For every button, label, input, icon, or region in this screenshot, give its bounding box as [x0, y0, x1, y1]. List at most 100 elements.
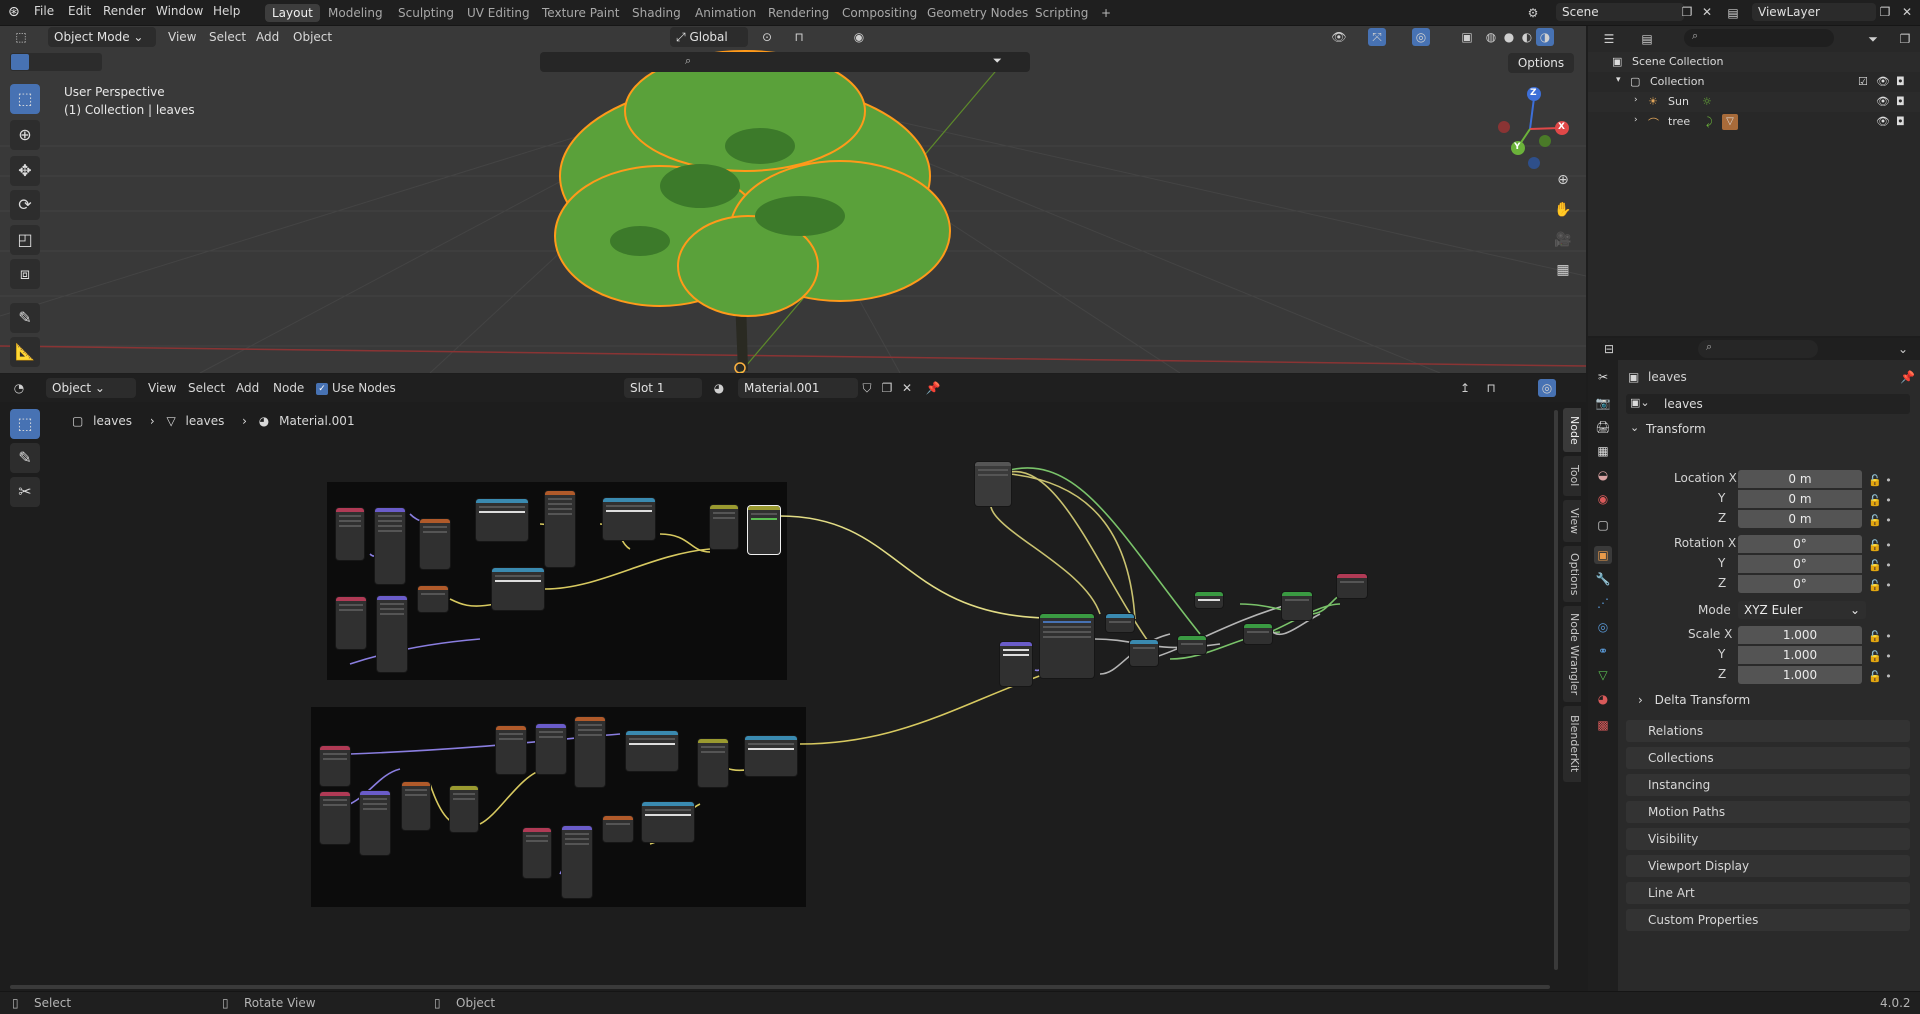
- lock-icon[interactable]: 🔓 •: [1868, 556, 1892, 576]
- menu-edit[interactable]: Edit: [68, 4, 91, 18]
- pan-hand-icon[interactable]: ✋: [1552, 199, 1574, 221]
- tab-tool[interactable]: Tool: [1563, 456, 1581, 496]
- shader-node[interactable]: [562, 826, 592, 898]
- shader-node-selected[interactable]: [748, 506, 780, 554]
- shading-material-icon[interactable]: ◐: [1518, 28, 1536, 46]
- shader-node[interactable]: [336, 597, 366, 649]
- tool-settings-icon[interactable]: ✂: [1594, 368, 1612, 386]
- shader-node[interactable]: [360, 791, 390, 855]
- blender-logo-icon[interactable]: ⊛: [8, 4, 26, 22]
- properties-search-input[interactable]: ⌕: [1698, 340, 1818, 358]
- output-icon[interactable]: 🖨: [1594, 418, 1612, 436]
- rotation-y-field[interactable]: 0°: [1738, 555, 1862, 573]
- lock-icon[interactable]: 🔓 •: [1868, 536, 1892, 556]
- lock-icons[interactable]: 🔓 • 🔓 • 🔓 •: [1868, 627, 1892, 687]
- scene-icon[interactable]: ⚙: [1524, 4, 1542, 22]
- filter-funnel-icon[interactable]: ⏷: [993, 54, 1002, 68]
- vp-menu-view[interactable]: View: [168, 30, 196, 44]
- tab-animation[interactable]: Animation: [688, 4, 763, 22]
- shading-rendered-icon[interactable]: ◑: [1536, 28, 1554, 46]
- vp-menu-select[interactable]: Select: [209, 30, 246, 44]
- viewport-filter-bar[interactable]: ⌕ ⏷: [540, 52, 1030, 72]
- shading-solid-icon[interactable]: ●: [1500, 28, 1518, 46]
- panel-collections[interactable]: Collections: [1626, 747, 1910, 769]
- move-tool[interactable]: ✥: [10, 156, 40, 186]
- vertical-scrollbar[interactable]: [1554, 410, 1558, 970]
- panel-instancing[interactable]: Instancing: [1626, 774, 1910, 796]
- camera-render-icon[interactable]: ◘: [1896, 95, 1905, 108]
- shader-node[interactable]: [375, 508, 405, 584]
- location-y-field[interactable]: 0 m: [1738, 490, 1862, 508]
- shader-node[interactable]: [1178, 636, 1206, 654]
- tab-options[interactable]: Options: [1563, 546, 1581, 602]
- view-layer-tab-icon[interactable]: ▦: [1594, 442, 1612, 460]
- physics-icon[interactable]: ◎: [1594, 618, 1612, 636]
- shader-node[interactable]: [745, 736, 797, 776]
- lock-icon[interactable]: 🔓 •: [1868, 627, 1892, 647]
- object-name-field[interactable]: ▣⌄ leaves: [1626, 394, 1910, 414]
- measure-tool[interactable]: 📐: [10, 337, 40, 367]
- tab-compositing[interactable]: Compositing: [835, 4, 924, 22]
- lock-icon[interactable]: 🔓 •: [1868, 576, 1892, 596]
- vp-menu-add[interactable]: Add: [256, 30, 279, 44]
- panel-viewport-display[interactable]: Viewport Display: [1626, 855, 1910, 877]
- visibility-icon[interactable]: 👁: [1330, 28, 1348, 46]
- collection-tab-icon[interactable]: ▢: [1594, 516, 1612, 534]
- location-z-field[interactable]: 0 m: [1738, 510, 1862, 528]
- shader-node[interactable]: [1000, 642, 1032, 686]
- panel-custom-properties[interactable]: Custom Properties: [1626, 909, 1910, 931]
- checkbox-icon[interactable]: ☑: [1858, 75, 1868, 88]
- camera-icon[interactable]: 🎥: [1552, 229, 1574, 251]
- lock-icon[interactable]: 🔓 •: [1868, 667, 1892, 687]
- shader-node[interactable]: [1130, 640, 1158, 666]
- tab-sculpting[interactable]: Sculpting: [391, 4, 461, 22]
- display-mode-icon[interactable]: ▤: [1638, 30, 1656, 48]
- tab-node[interactable]: Node: [1563, 408, 1581, 452]
- ortho-grid-icon[interactable]: ▦: [1552, 259, 1574, 281]
- rotation-mode-dropdown[interactable]: XYZ Euler ⌄: [1738, 601, 1866, 619]
- panel-relations[interactable]: Relations: [1626, 720, 1910, 742]
- shader-node[interactable]: [492, 568, 544, 610]
- data-icon[interactable]: ▽: [1594, 666, 1612, 684]
- tab-geometry-nodes[interactable]: Geometry Nodes: [920, 4, 1035, 22]
- shader-node[interactable]: [402, 782, 430, 830]
- zoom-icon[interactable]: ⊕: [1552, 169, 1574, 191]
- shader-node[interactable]: [536, 724, 566, 774]
- outliner-row-collection[interactable]: ▾ ▢ Collection ☑ 👁 ◘: [1588, 72, 1920, 92]
- shader-node[interactable]: [418, 586, 448, 612]
- new-view-layer-icon[interactable]: ❐: [1876, 3, 1894, 21]
- tab-texture-paint[interactable]: Texture Paint: [535, 4, 626, 22]
- shader-node[interactable]: [710, 505, 738, 549]
- material-output-node[interactable]: [1337, 574, 1367, 598]
- orientation-dropdown[interactable]: ⤢ Global: [670, 27, 748, 47]
- tab-scripting[interactable]: Scripting: [1028, 4, 1095, 22]
- scene-field[interactable]: Scene: [1556, 3, 1684, 21]
- editor-type-icon[interactable]: ⬚: [12, 28, 30, 46]
- shader-node[interactable]: [626, 731, 678, 771]
- render-icon[interactable]: 📷: [1594, 394, 1612, 412]
- new-collection-icon[interactable]: ❐: [1896, 30, 1914, 48]
- camera-render-icon[interactable]: ◘: [1896, 75, 1905, 88]
- eye-icon[interactable]: 👁: [1876, 95, 1890, 108]
- expand-icon[interactable]: ▾: [1616, 75, 1621, 85]
- shader-node[interactable]: [476, 499, 528, 541]
- lock-icon[interactable]: 🔓 •: [1868, 511, 1892, 531]
- camera-render-icon[interactable]: ◘: [1896, 115, 1905, 128]
- object-tab-icon[interactable]: ▣: [1594, 546, 1612, 564]
- shader-node[interactable]: [1106, 614, 1134, 632]
- delete-view-layer-icon[interactable]: ✕: [1898, 3, 1916, 21]
- menu-help[interactable]: Help: [213, 4, 240, 18]
- shader-node[interactable]: [377, 596, 407, 672]
- menu-file[interactable]: File: [34, 4, 54, 18]
- rotation-z-field[interactable]: 0°: [1738, 575, 1862, 593]
- texture-icon[interactable]: ▩: [1594, 716, 1612, 734]
- shader-node[interactable]: [575, 717, 605, 787]
- pin-icon[interactable]: 📌: [1900, 370, 1915, 384]
- scene-tab-icon[interactable]: ◒: [1594, 466, 1612, 484]
- eye-icon[interactable]: 👁: [1876, 75, 1890, 88]
- shader-node[interactable]: [642, 802, 694, 842]
- lock-icon[interactable]: 🔓 •: [1868, 471, 1892, 491]
- material-tab-icon[interactable]: ◕: [1594, 690, 1612, 708]
- shading-wireframe-icon[interactable]: ◍: [1482, 28, 1500, 46]
- panel-line-art[interactable]: Line Art: [1626, 882, 1910, 904]
